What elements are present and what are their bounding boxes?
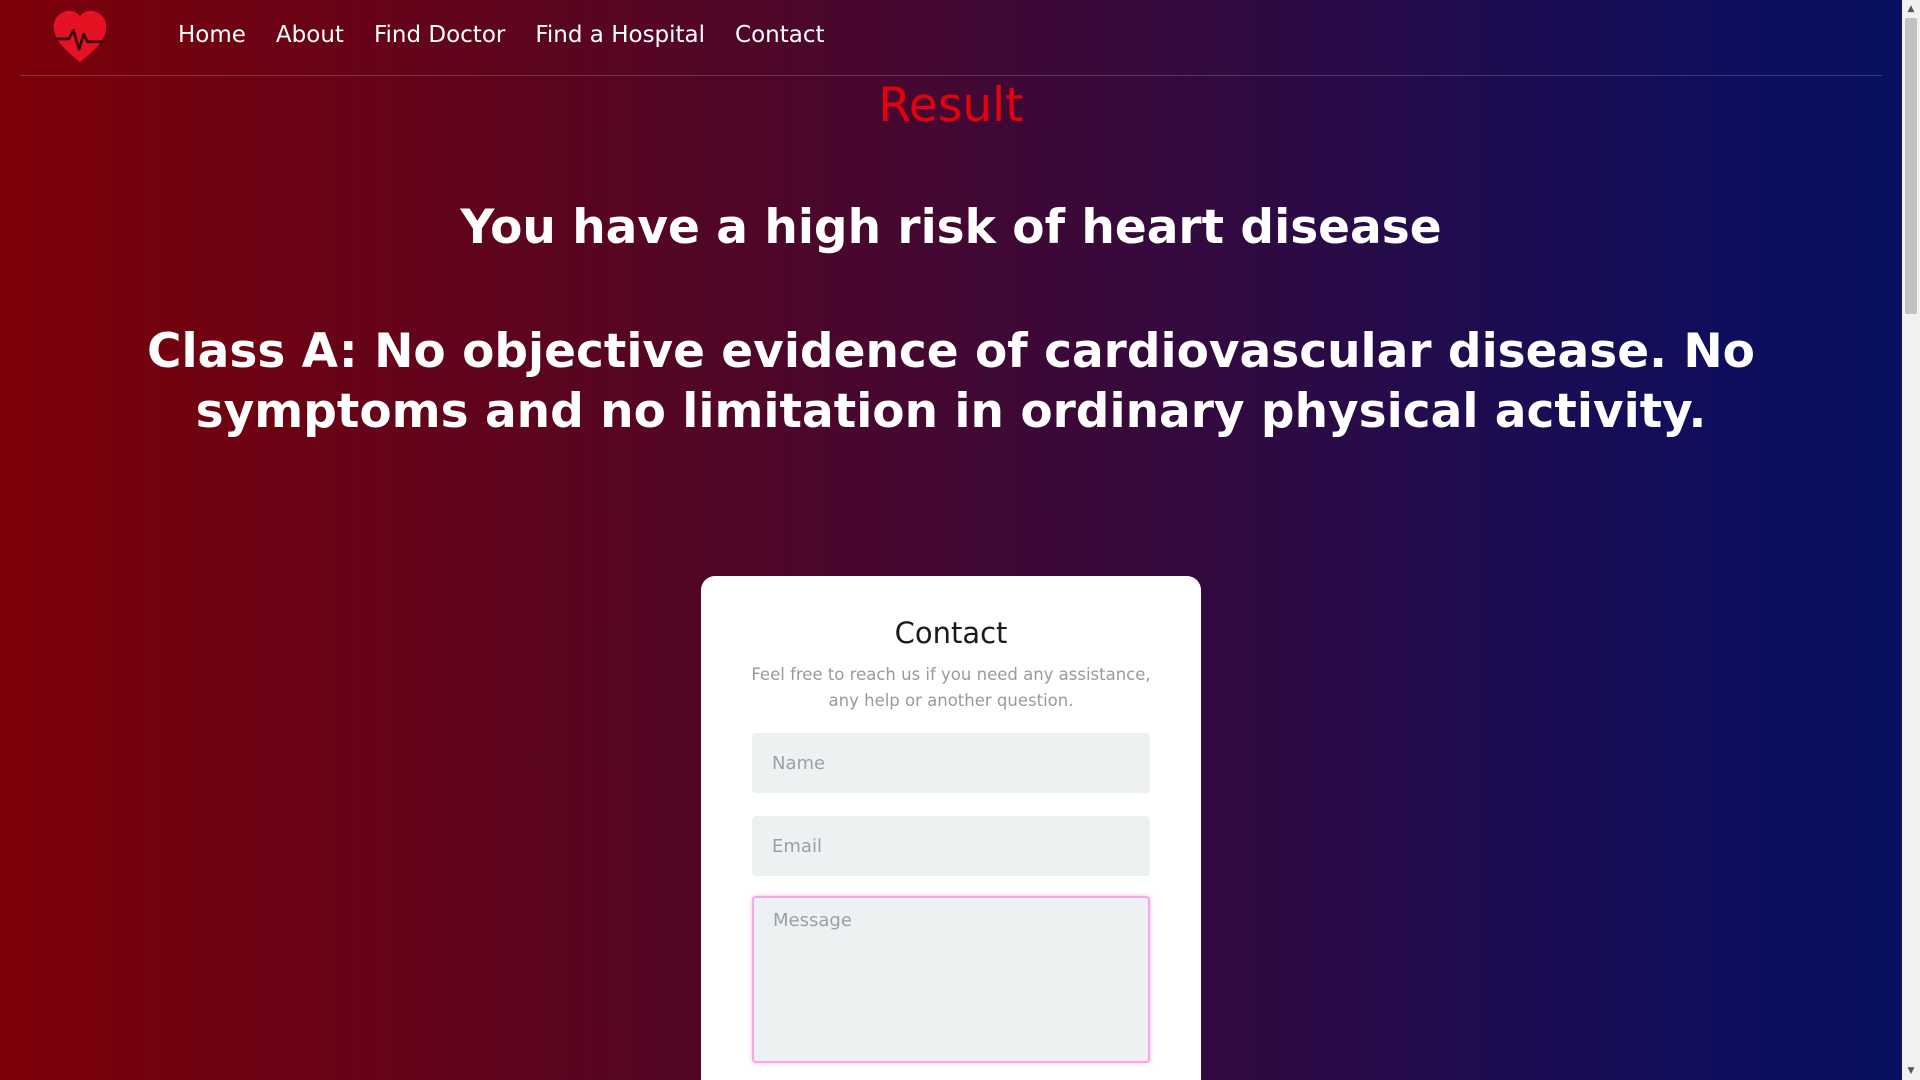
risk-message: You have a high risk of heart disease [460,200,1442,255]
scroll-down-arrow-icon[interactable]: ▼ [1902,1062,1920,1080]
heart-pulse-icon[interactable] [50,8,110,68]
result-title: Result [878,78,1024,133]
page: Home About Find Doctor Find a Hospital C… [0,0,1902,1080]
name-input[interactable] [752,733,1150,793]
vertical-scrollbar[interactable]: ▲ ▼ [1902,0,1920,1080]
nav-link-find-doctor[interactable]: Find Doctor [374,22,505,48]
class-message: Class A: No objective evidence of cardio… [147,324,1755,439]
nav-link-about[interactable]: About [276,22,344,48]
contact-description: Feel free to reach us if you need any as… [751,665,1151,710]
scrollbar-thumb[interactable] [1905,18,1917,314]
contact-title: Contact [894,616,1008,650]
contact-card: Contact Feel free to reach us if you nee… [701,576,1201,1080]
message-textarea[interactable] [752,896,1150,1063]
nav-links: Home About Find Doctor Find a Hospital C… [178,22,825,48]
nav-link-find-hospital[interactable]: Find a Hospital [535,22,705,48]
navbar: Home About Find Doctor Find a Hospital C… [20,0,1882,76]
email-input[interactable] [752,816,1150,876]
scroll-up-arrow-icon[interactable]: ▲ [1902,0,1920,18]
nav-link-home[interactable]: Home [178,22,246,48]
nav-link-contact[interactable]: Contact [735,22,824,48]
